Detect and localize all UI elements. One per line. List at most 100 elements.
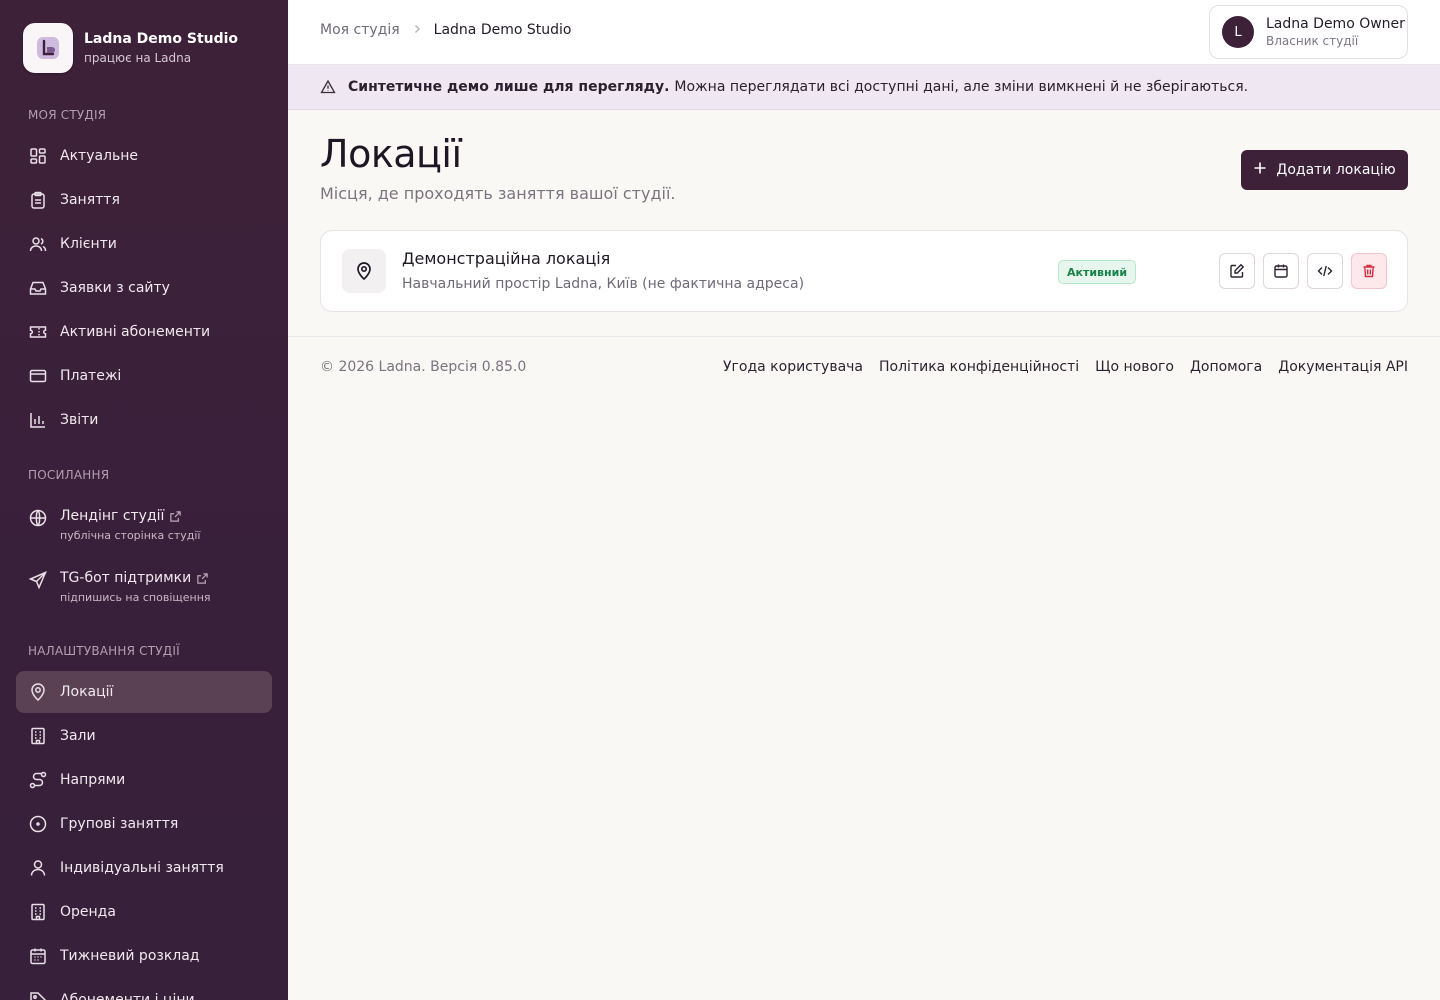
brand-logo-icon — [23, 23, 73, 73]
breadcrumb: Моя студія Ladna Demo Studio — [320, 22, 571, 38]
inbox-icon — [28, 278, 48, 298]
user-menu[interactable]: L Ladna Demo Owner Власник студії — [1209, 5, 1408, 59]
tag-icon — [28, 990, 48, 1000]
sidebar-item-group-classes[interactable]: Групові заняття — [16, 803, 272, 845]
section-title-my-studio: МОЯ СТУДІЯ — [28, 108, 107, 122]
sidebar-item-memberships-prices[interactable]: Абонементи і ціни — [16, 979, 272, 1000]
external-link-icon — [170, 510, 182, 522]
footer-links: Угода користувача Політика конфіденційно… — [707, 359, 1408, 375]
location-address: Навчальний простір Ladna, Київ (не факти… — [402, 276, 805, 292]
footer-link-help[interactable]: Допомога — [1190, 359, 1262, 375]
demo-banner: Синтетичне демо лише для перегляду. Можн… — [288, 65, 1440, 110]
trash-icon — [1363, 264, 1375, 278]
sidebar-item-label: Заявки з сайту — [60, 280, 170, 296]
page-subtitle: Місця, де проходять заняття вашої студії… — [320, 184, 676, 203]
building-icon — [28, 726, 48, 746]
sidebar-item-label: Звіти — [60, 412, 99, 428]
footer-link-api-docs[interactable]: Документація API — [1278, 359, 1408, 375]
sidebar-link-studio-landing[interactable]: Лендінг студії публічна сторінка студії — [16, 506, 272, 544]
user-name: Ladna Demo Owner — [1266, 16, 1405, 32]
sidebar-item-label: Активні абонементи — [60, 324, 211, 340]
dashboard-icon — [28, 146, 48, 166]
sidebar-item-label: Групові заняття — [60, 816, 179, 832]
users-icon — [28, 234, 48, 254]
footer-copyright: © 2026 Ladna. Версія 0.85.0 — [320, 359, 527, 375]
add-location-button[interactable]: Додати локацію — [1241, 150, 1408, 190]
breadcrumb-my-studio[interactable]: Моя студія — [320, 22, 400, 38]
sidebar-item-label: Локації — [60, 684, 114, 700]
credit-card-icon — [28, 366, 48, 386]
external-link-icon — [197, 572, 208, 584]
schedule-location-button[interactable] — [1263, 253, 1299, 289]
status-badge: Активний — [1058, 260, 1137, 284]
user-role: Власник студії — [1266, 34, 1359, 48]
breadcrumb-current: Ladna Demo Studio — [433, 22, 572, 38]
sidebar-item-payments[interactable]: Платежі — [16, 355, 272, 397]
brand[interactable]: Ladna Demo Studio працює на Ladna — [23, 23, 238, 73]
bar-chart-icon — [28, 410, 48, 430]
avatar: L — [1222, 16, 1254, 48]
code-icon — [1317, 265, 1333, 277]
sidebar-item-label: Платежі — [60, 368, 122, 384]
embed-code-button[interactable] — [1307, 253, 1343, 289]
sidebar-item-individual-classes[interactable]: Індивідуальні заняття — [16, 847, 272, 889]
section-title-links: ПОСИЛАННЯ — [28, 468, 110, 482]
sidebar-link-sub: публічна сторінка студії — [60, 529, 201, 542]
edit-location-button[interactable] — [1219, 253, 1255, 289]
footer-link-whats-new[interactable]: Що нового — [1095, 359, 1174, 375]
sidebar-item-clients[interactable]: Клієнти — [16, 223, 272, 265]
sidebar-item-directions[interactable]: Напрями — [16, 759, 272, 801]
send-icon — [28, 570, 48, 590]
sidebar-item-current[interactable]: Актуальне — [16, 135, 272, 177]
building-icon — [28, 902, 48, 922]
sidebar-item-active-memberships[interactable]: Активні абонементи — [16, 311, 272, 353]
edit-icon — [1230, 263, 1245, 278]
ticket-icon — [28, 322, 48, 342]
sidebar-item-locations[interactable]: Локації — [16, 671, 272, 713]
section-title-settings: НАЛАШТУВАННЯ СТУДІЇ — [28, 644, 180, 658]
sidebar-item-halls[interactable]: Зали — [16, 715, 272, 757]
sidebar-item-site-requests[interactable]: Заявки з сайту — [16, 267, 272, 309]
route-icon — [28, 770, 48, 790]
sidebar-link-tg-bot[interactable]: TG-бот підтримки підпишись на сповіщення — [16, 568, 272, 606]
add-location-label: Додати локацію — [1276, 162, 1396, 178]
sidebar-item-label: Заняття — [60, 192, 120, 208]
banner-text: Можна переглядати всі доступні дані, але… — [674, 79, 1249, 95]
map-pin-icon — [342, 249, 386, 293]
sidebar-item-label: Абонементи і ціни — [60, 992, 195, 1000]
sidebar-item-weekly-schedule[interactable]: Тижневий розклад — [16, 935, 272, 977]
brand-name: Ladna Demo Studio — [84, 31, 239, 47]
sidebar-item-label: Актуальне — [60, 148, 139, 164]
sidebar-item-label: Індивідуальні заняття — [60, 860, 224, 876]
sidebar-item-classes[interactable]: Заняття — [16, 179, 272, 221]
sidebar-item-label: Напрями — [60, 772, 126, 788]
circle-dot-icon — [28, 814, 48, 834]
sidebar-item-label: Тижневий розклад — [60, 948, 200, 964]
sidebar: Ladna Demo Studio працює на Ladna МОЯ СТ… — [0, 0, 288, 1000]
sidebar-item-rent[interactable]: Оренда — [16, 891, 272, 933]
footer-link-privacy-policy[interactable]: Політика конфіденційності — [879, 359, 1079, 375]
footer-link-user-agreement[interactable]: Угода користувача — [723, 359, 863, 375]
delete-location-button[interactable] — [1351, 253, 1387, 289]
sidebar-item-label: Клієнти — [60, 236, 117, 252]
calendar-icon — [1274, 264, 1288, 278]
sidebar-link-label: TG-бот підтримки — [60, 570, 192, 586]
banner-bold-text: Синтетичне демо лише для перегляду. — [348, 79, 670, 95]
location-card: Демонстраційна локація Навчальний прості… — [320, 230, 1408, 312]
sidebar-item-reports[interactable]: Звіти — [16, 399, 272, 441]
sidebar-item-label: Зали — [60, 728, 96, 744]
plus-icon — [1253, 161, 1267, 179]
sidebar-link-sub: підпишись на сповіщення — [60, 591, 211, 604]
map-pin-icon — [28, 682, 48, 702]
footer: © 2026 Ladna. Версія 0.85.0 Угода корист… — [288, 336, 1440, 398]
chevron-right-icon — [412, 22, 422, 38]
globe-icon — [28, 508, 48, 528]
page-title: Локації — [320, 132, 462, 176]
location-name: Демонстраційна локація — [402, 249, 611, 268]
calendar-icon — [28, 946, 48, 966]
user-icon — [28, 858, 48, 878]
clipboard-icon — [28, 190, 48, 210]
sidebar-item-label: Оренда — [60, 904, 116, 920]
topbar: Моя студія Ladna Demo Studio L Ladna Dem… — [288, 0, 1440, 65]
warning-icon — [320, 79, 336, 94]
